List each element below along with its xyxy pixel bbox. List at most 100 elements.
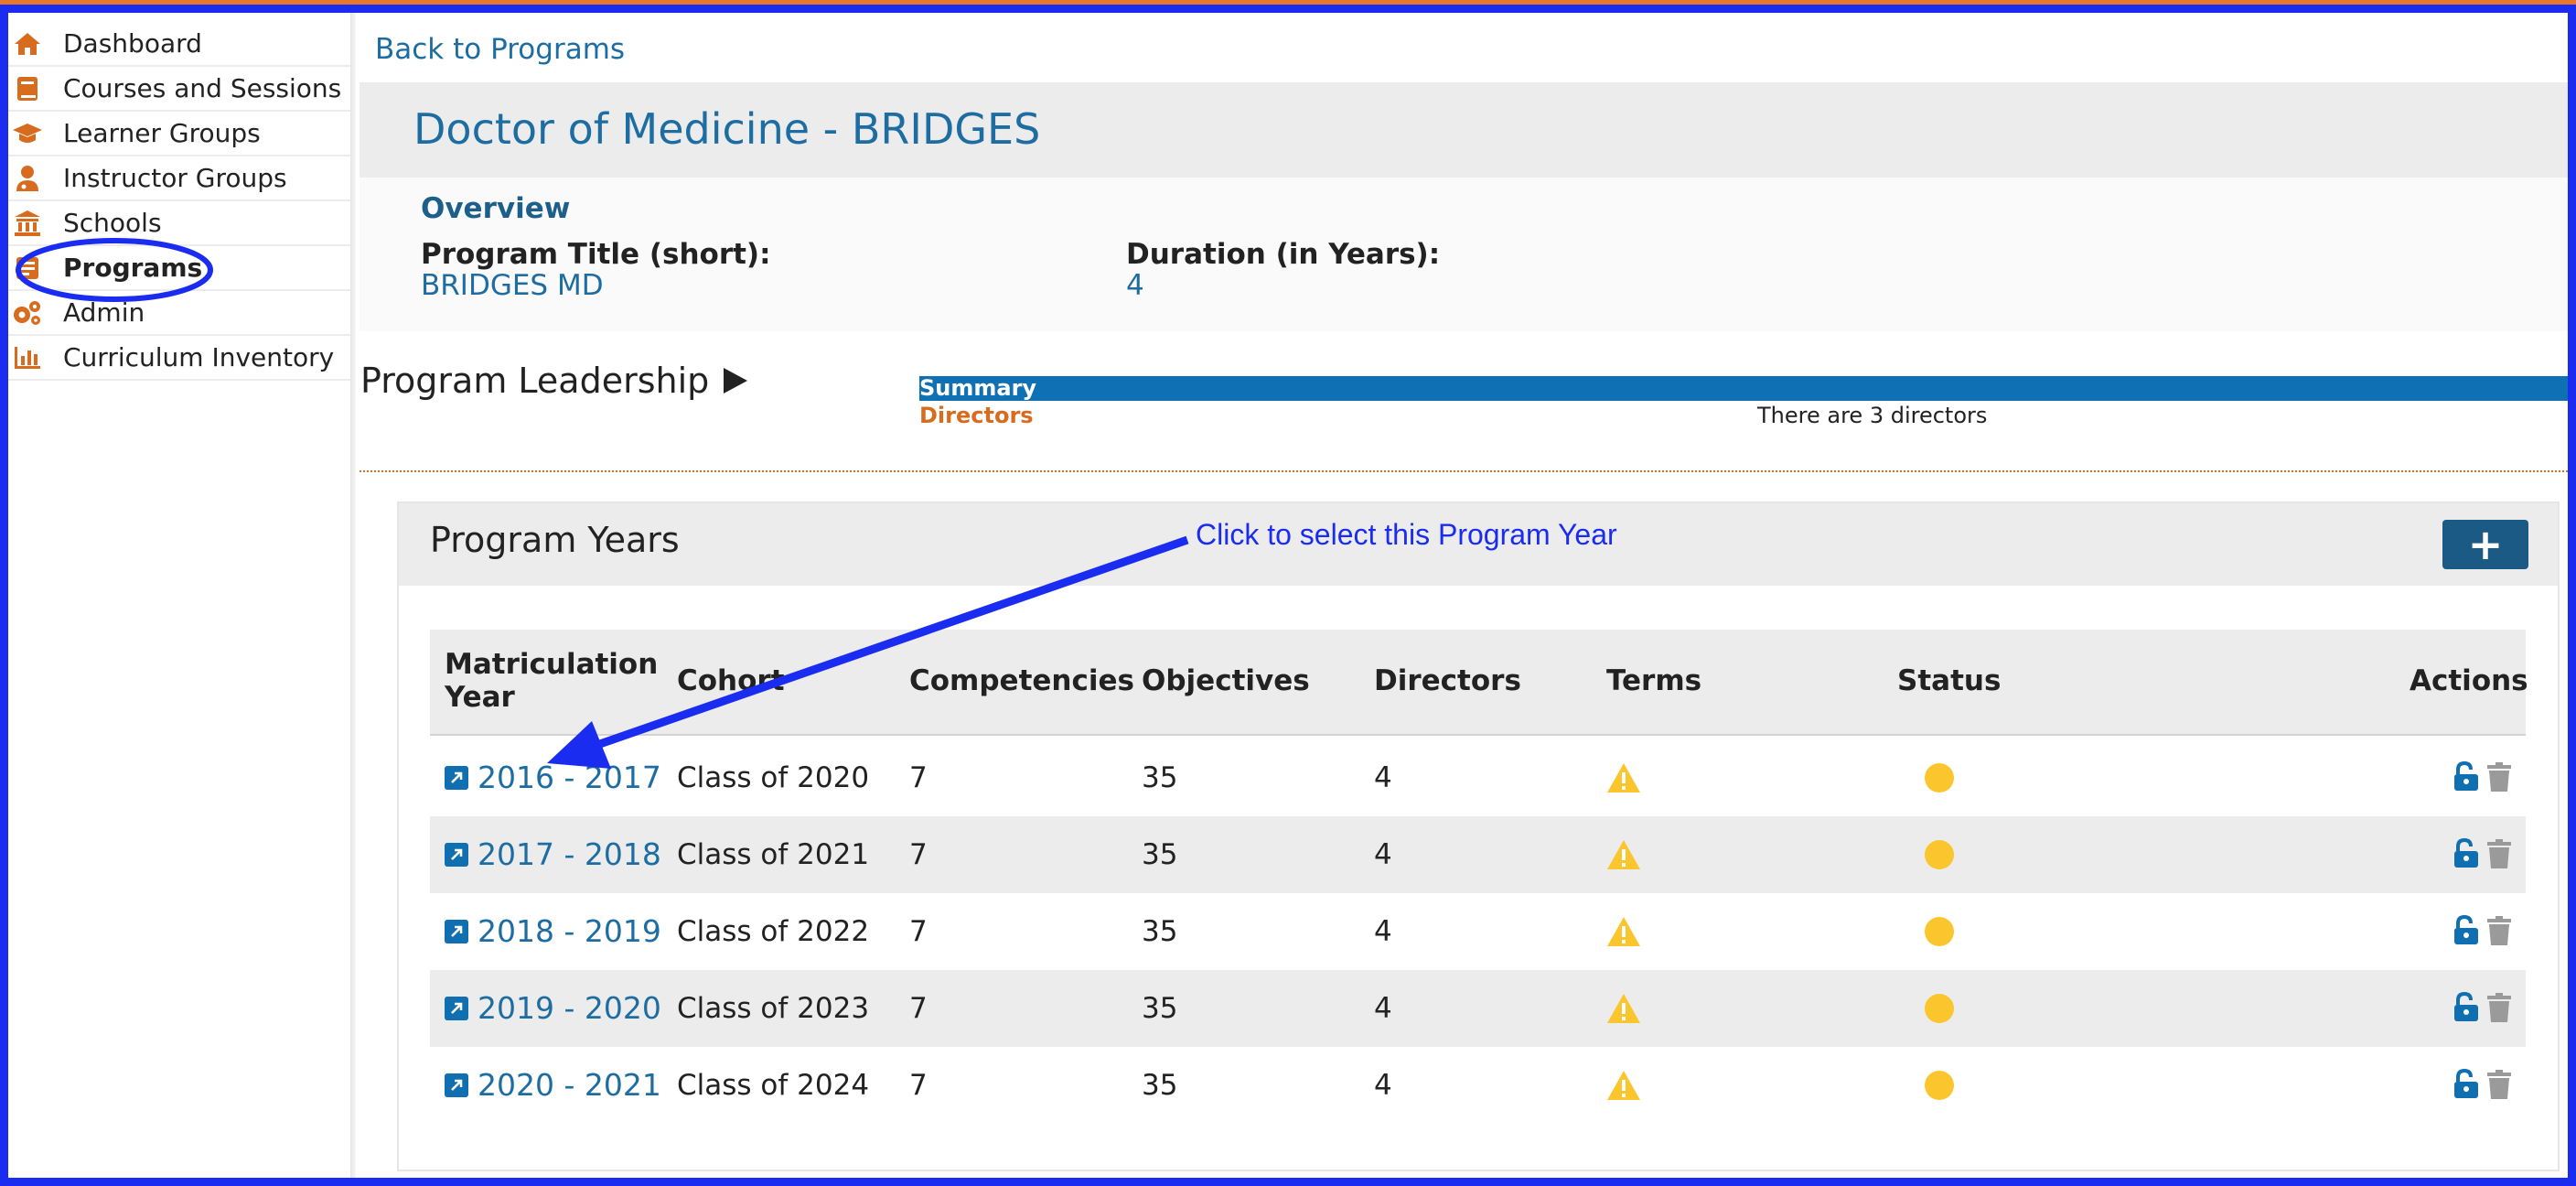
unlock-icon[interactable] [2453,915,2480,946]
programs-icon [12,253,43,284]
unlock-icon[interactable] [2453,992,2480,1023]
column-header-terms[interactable]: Terms [1606,664,1701,697]
sidebar-item-label: Learner Groups [63,118,261,148]
program-year-link[interactable]: 2020 - 2021 [445,1067,661,1103]
program-year-link[interactable]: 2016 - 2017 [445,760,661,795]
objectives-cell: 35 [1142,761,1178,794]
objectives-cell: 35 [1142,915,1178,948]
home-icon [12,28,43,59]
trash-icon[interactable] [2486,1069,2512,1100]
add-program-year-button[interactable]: + [2442,520,2528,569]
unlock-icon[interactable] [2453,1069,2480,1100]
program-leadership-toggle[interactable]: Program Leadership [360,361,749,401]
cohort-cell: Class of 2023 [677,992,870,1025]
back-to-programs-link[interactable]: Back to Programs [375,33,625,66]
warning-icon [1607,840,1640,869]
cohort-cell: Class of 2022 [677,915,870,948]
short-title-value[interactable]: BRIDGES MD [421,269,604,302]
sidebar-item-label: Dashboard [63,28,202,59]
table-row[interactable]: 2018 - 2019 Class of 2022 7 35 4 [430,893,2526,970]
sidebar-item-label: Admin [63,297,145,328]
program-year-link-label: 2016 - 2017 [478,760,661,795]
objectives-cell: 35 [1142,992,1178,1025]
sidebar-item-learner-groups[interactable]: Learner Groups [8,112,350,156]
short-title-label: Program Title (short): [421,238,771,271]
plus-icon: + [2467,520,2504,569]
sidebar-divider [350,13,356,1178]
sidebar: Dashboard Courses and Sessions Learner G… [8,13,353,1178]
unlock-icon[interactable] [2453,838,2480,869]
directors-cell: 4 [1374,761,1392,794]
sidebar-item-label: Programs [63,253,203,283]
annotation-callout-text: Click to select this Program Year [1196,518,1617,551]
status-indicator [1925,1071,1954,1100]
column-header-directors[interactable]: Directors [1374,664,1521,697]
program-year-link[interactable]: 2018 - 2019 [445,913,661,949]
gears-icon [12,297,43,329]
status-indicator [1925,917,1954,946]
external-link-icon [445,765,468,790]
external-link-icon [445,919,468,943]
program-year-link-label: 2019 - 2020 [478,990,661,1026]
program-year-link[interactable]: 2017 - 2018 [445,836,661,872]
cohort-cell: Class of 2021 [677,838,870,871]
sidebar-item-dashboard[interactable]: Dashboard [8,22,350,67]
directors-cell: 4 [1374,838,1392,871]
warning-icon [1607,1071,1640,1100]
column-header-matriculation-year[interactable]: Matriculation Year [445,648,658,714]
column-header-status[interactable]: Status [1897,664,2001,697]
page-title: Doctor of Medicine - BRIDGES [413,104,1041,154]
program-year-link-label: 2020 - 2021 [478,1067,661,1103]
sidebar-item-instructor-groups[interactable]: Instructor Groups [8,156,350,201]
objectives-cell: 35 [1142,838,1178,871]
duration-label: Duration (in Years): [1126,238,1441,271]
trash-icon[interactable] [2486,838,2512,869]
competencies-cell: 7 [909,992,928,1025]
warning-icon [1607,917,1640,946]
sidebar-item-curriculum-inventory[interactable]: Curriculum Inventory [8,336,350,381]
table-header-row: Matriculation Year Cohort Competencies O… [430,630,2528,736]
caret-right-icon [724,368,748,394]
sidebar-item-programs[interactable]: Programs [8,246,350,291]
sidebar-item-label: Courses and Sessions [63,73,342,103]
trash-icon[interactable] [2486,915,2512,946]
directors-cell: 4 [1374,915,1392,948]
table-row[interactable]: 2016 - 2017 Class of 2020 7 35 4 [430,739,2526,816]
table-row[interactable]: 2020 - 2021 Class of 2024 7 35 4 [430,1047,2526,1124]
competencies-cell: 7 [909,838,928,871]
trash-icon[interactable] [2486,761,2512,792]
status-indicator [1925,840,1954,869]
overview-title: Overview [421,192,571,225]
directors-summary: There are 3 directors [1757,403,1988,428]
program-year-link-label: 2018 - 2019 [478,913,661,949]
unlock-icon[interactable] [2453,761,2480,792]
directors-cell: 4 [1374,992,1392,1025]
sidebar-item-admin[interactable]: Admin [8,291,350,336]
column-header-competencies[interactable]: Competencies [909,664,1134,697]
leadership-summary-bar: Summary [919,376,2568,401]
program-year-link-label: 2017 - 2018 [478,836,661,872]
sidebar-item-label: Schools [63,208,162,238]
university-icon [12,208,43,239]
sidebar-item-schools[interactable]: Schools [8,201,350,246]
sidebar-item-courses-and-sessions[interactable]: Courses and Sessions [8,67,350,112]
trash-icon[interactable] [2486,992,2512,1023]
status-indicator [1925,763,1954,792]
external-link-icon [445,1073,468,1097]
duration-value[interactable]: 4 [1126,269,1144,302]
user-md-icon [12,163,43,194]
column-header-cohort[interactable]: Cohort [677,664,785,697]
program-years-title: Program Years [430,520,680,560]
competencies-cell: 7 [909,761,928,794]
competencies-cell: 7 [909,915,928,948]
warning-icon [1607,994,1640,1023]
section-divider [360,470,2568,472]
cohort-cell: Class of 2024 [677,1069,870,1102]
program-year-link[interactable]: 2019 - 2020 [445,990,661,1026]
table-row[interactable]: 2019 - 2020 Class of 2023 7 35 4 [430,970,2526,1047]
top-accent-strip [0,0,2576,5]
graduation-cap-icon [12,118,43,149]
book-icon [12,73,43,104]
table-row[interactable]: 2017 - 2018 Class of 2021 7 35 4 [430,816,2526,893]
column-header-objectives[interactable]: Objectives [1142,664,1310,697]
